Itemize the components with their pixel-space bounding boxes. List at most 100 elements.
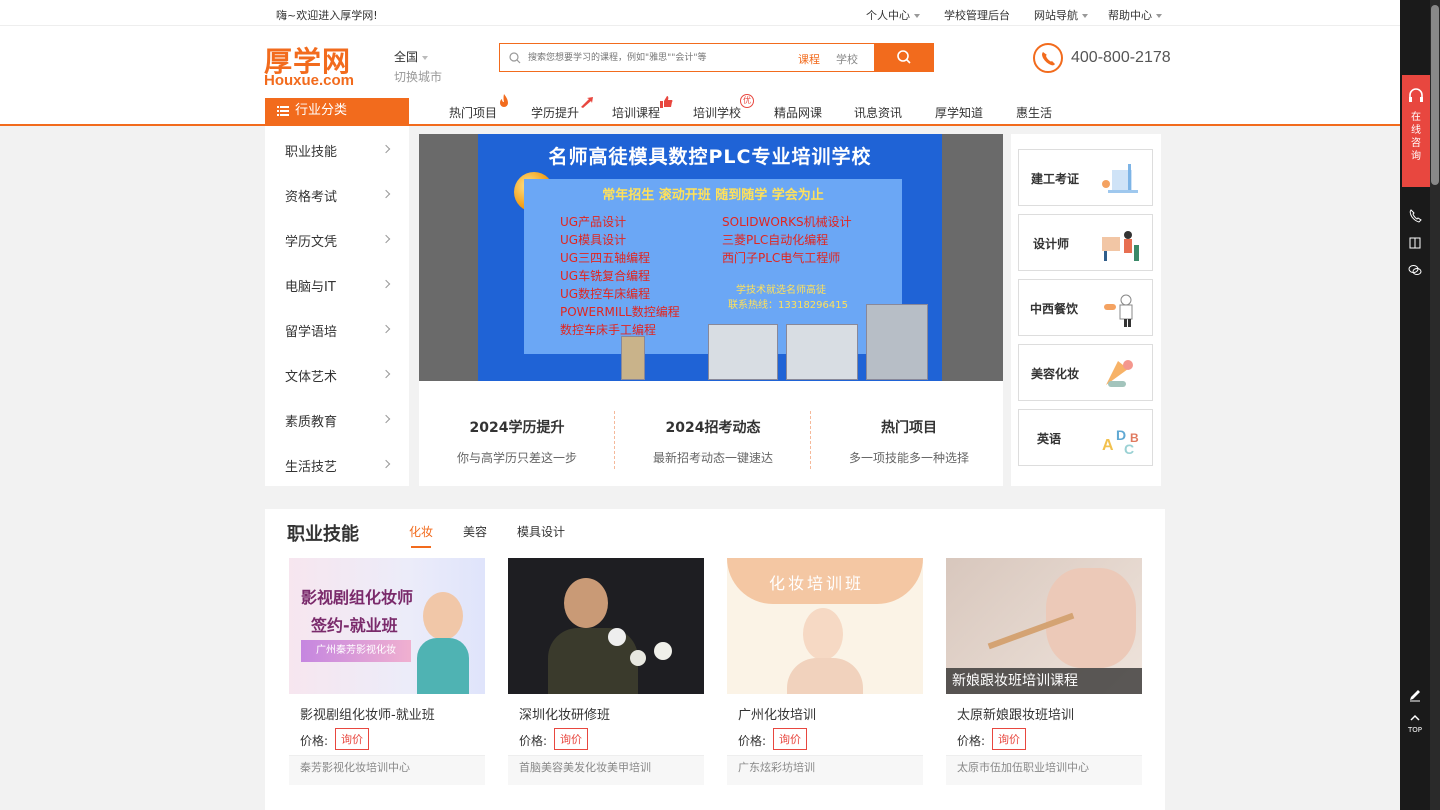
info-subtitle: 你与高学历只差这一步 — [456, 451, 577, 465]
school-name[interactable]: 秦芳影视化妆培训中心 — [289, 755, 485, 785]
card-beauty[interactable]: 美容化妆 — [1018, 344, 1153, 401]
search-button[interactable] — [874, 43, 934, 72]
chevron-right-icon — [381, 144, 391, 154]
phone-icon[interactable] — [1408, 209, 1422, 223]
course-image[interactable] — [508, 558, 704, 694]
course-card[interactable]: 深圳化妆研修班 价格: 询价 首脑美容美发化妆美甲培训 — [508, 558, 704, 788]
personal-center-link[interactable]: 个人中心 — [866, 7, 920, 23]
tab-beauty[interactable]: 美容 — [463, 523, 487, 540]
arrow-up-icon — [581, 97, 593, 108]
nav-premium-online[interactable]: 精品网课 — [774, 104, 822, 121]
construction-icon — [1102, 164, 1138, 193]
info-box[interactable]: 2024招考动态 最新招考动态一键速达 — [615, 417, 811, 466]
flower — [608, 628, 626, 646]
current-city[interactable]: 全国 — [394, 48, 429, 65]
chevron-right-icon — [381, 414, 391, 424]
designer-icon — [1102, 231, 1139, 261]
back-to-top-button[interactable]: TOP — [1408, 712, 1423, 734]
top-bar: 嗨~欢迎进入厚学网! 个人中心 学校管理后台 网站导航 帮助中心 — [0, 0, 1400, 26]
hotline-number: 400-800-2178 — [1071, 49, 1171, 66]
industry-category-button[interactable]: 行业分类 — [265, 98, 409, 124]
course-card[interactable]: 影视剧组化妆师 签约-就业班 广州秦芳影视化妆 影视剧组化妆师-就业班 价格: … — [289, 558, 485, 788]
edit-icon[interactable] — [1408, 688, 1422, 702]
image-caption: 签约-就业班 — [311, 616, 398, 635]
image-caption: 影视剧组化妆师 — [301, 588, 414, 607]
cosmetics-icon — [1106, 360, 1133, 387]
info-bar: 2024学历提升 你与高学历只差这一步 2024招考动态 最新招考动态一键速达 热门… — [419, 381, 1003, 486]
course-title[interactable]: 太原新娘跟妆班培训 — [957, 704, 1074, 723]
nav-training-courses[interactable]: 培训课程 — [612, 104, 660, 121]
consult-label: 在线咨询 — [1411, 112, 1421, 162]
card-label: 中西餐饮 — [1030, 302, 1079, 316]
card-english[interactable]: 英语 ADCB — [1018, 409, 1153, 466]
course-image[interactable]: 新娘跟妆班培训课程 — [946, 558, 1142, 694]
banner-course: POWERMILL数控编程 — [560, 305, 680, 319]
banner-subtitle: 常年招生 滚动开班 随到随学 学会为止 — [602, 188, 824, 203]
chevron-down-icon — [422, 55, 429, 60]
svg-text:B: B — [1130, 431, 1139, 445]
inquire-price-button[interactable]: 询价 — [554, 728, 588, 750]
school-name[interactable]: 太原市伍加伍职业培训中心 — [946, 755, 1142, 785]
chevron-right-icon — [381, 324, 391, 334]
nav-training-schools[interactable]: 培训学校 — [693, 104, 741, 121]
inquire-price-button[interactable]: 询价 — [992, 728, 1026, 750]
inquire-price-button[interactable]: 询价 — [335, 728, 369, 750]
phone-icon — [1033, 43, 1063, 73]
category-button-label: 行业分类 — [295, 103, 348, 118]
search-input[interactable] — [528, 50, 788, 66]
chevron-right-icon — [381, 369, 391, 379]
help-center-link[interactable]: 帮助中心 — [1108, 7, 1162, 23]
nav-degree[interactable]: 学历提升 — [531, 104, 579, 121]
course-card[interactable]: 新娘跟妆班培训课程 太原新娘跟妆班培训 价格: 询价 太原市伍加伍职业培训中心 — [946, 558, 1142, 788]
course-card[interactable]: 化妆培训班 广州化妆培训 价格: 询价 广东炫彩坊培训 — [727, 558, 923, 788]
switch-city-link[interactable]: 切换城市 — [394, 68, 442, 85]
site-nav-link[interactable]: 网站导航 — [1034, 7, 1088, 23]
image-caption: 广州秦芳影视化妆 — [301, 640, 411, 662]
course-title[interactable]: 影视剧组化妆师-就业班 — [300, 704, 435, 723]
flower — [654, 642, 672, 660]
card-designer[interactable]: 设计师 — [1018, 214, 1153, 271]
school-name[interactable]: 广东炫彩坊培训 — [727, 755, 923, 785]
course-image[interactable]: 影视剧组化妆师 签约-就业班 广州秦芳影视化妆 — [289, 558, 485, 694]
banner-course: SOLIDWORKS机械设计 — [722, 215, 852, 229]
course-title[interactable]: 深圳化妆研修班 — [519, 704, 610, 723]
logo-domain: Houxue.com — [264, 72, 355, 89]
svg-text:A: A — [1102, 437, 1114, 454]
course-image[interactable]: 化妆培训班 — [727, 558, 923, 694]
school-name[interactable]: 首脑美容美发化妆美甲培训 — [508, 755, 704, 785]
price-label: 价格: — [738, 734, 767, 748]
wechat-icon[interactable] — [1408, 263, 1422, 277]
flower — [630, 650, 646, 666]
price-label: 价格: — [957, 734, 986, 748]
book-icon[interactable] — [1408, 236, 1422, 250]
category-label: 职业技能 — [285, 145, 338, 160]
section-title: 职业技能 — [287, 524, 359, 545]
banner-carousel[interactable]: 名师高徒模具数控PLC专业培训学校 常年招生 滚动开班 随到随学 学会为止 UG… — [419, 134, 1003, 381]
info-box[interactable]: 2024学历提升 你与高学历只差这一步 — [419, 417, 615, 466]
nav-qa[interactable]: 厚学知道 — [935, 104, 983, 121]
info-box[interactable]: 热门项目 多一项技能多一种选择 — [811, 417, 1007, 466]
nav-life[interactable]: 惠生活 — [1016, 104, 1052, 121]
abc-blocks-icon: ADCB — [1102, 427, 1139, 457]
card-construction-cert[interactable]: 建工考证 — [1018, 149, 1153, 206]
nav-hot-projects[interactable]: 热门项目 — [449, 104, 497, 121]
scrollbar-thumb[interactable] — [1431, 5, 1439, 185]
model-face — [803, 608, 843, 660]
banner-image[interactable]: 名师高徒模具数控PLC专业培训学校 常年招生 滚动开班 随到随学 学会为止 UG… — [478, 134, 942, 381]
top-label: TOP — [1408, 726, 1423, 734]
inquire-price-button[interactable]: 询价 — [773, 728, 807, 750]
card-catering[interactable]: 中西餐饮 — [1018, 279, 1153, 336]
search-tab-course[interactable]: 课程 — [798, 51, 820, 67]
search-tab-school[interactable]: 学校 — [836, 51, 858, 67]
banner-title: 名师高徒模具数控PLC专业培训学校 — [548, 146, 872, 168]
tab-makeup[interactable]: 化妆 — [409, 523, 433, 548]
online-consult-button[interactable]: 在线咨询 — [1402, 75, 1430, 187]
menu-icon — [277, 106, 289, 116]
personal-center-label: 个人中心 — [866, 9, 910, 22]
course-title[interactable]: 广州化妆培训 — [738, 704, 816, 723]
nav-news[interactable]: 讯息资讯 — [854, 104, 902, 121]
tab-mold-design[interactable]: 模具设计 — [517, 523, 565, 540]
school-admin-link[interactable]: 学校管理后台 — [944, 7, 1010, 23]
search-icon — [509, 52, 521, 64]
banner-course: UG产品设计 — [560, 215, 627, 229]
